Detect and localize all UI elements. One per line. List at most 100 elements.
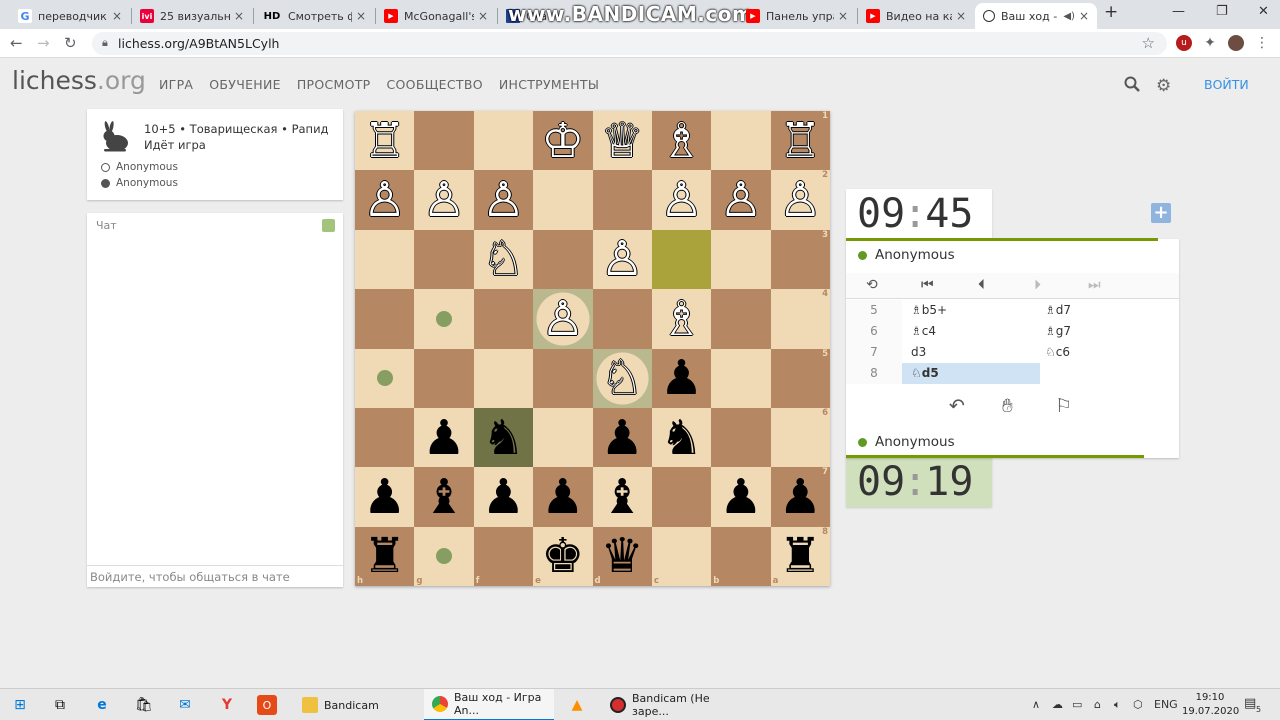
vlc-icon[interactable]: ▲ [567,695,587,715]
board-square[interactable]: ♖ 1 [770,111,830,171]
close-icon[interactable]: × [112,9,122,23]
close-icon[interactable]: × [838,9,848,23]
board-square[interactable]: 4 [770,289,830,349]
resign-flag-icon[interactable]: ⚐ [1055,395,1072,417]
board-square[interactable]: ♘ [473,229,534,290]
board-square[interactable]: ♟ [711,467,771,527]
window-close-icon[interactable]: ✕ [1258,4,1269,19]
white-piece[interactable]: ♗ [660,117,703,165]
battery-icon[interactable]: ▭ [1072,698,1082,711]
black-piece[interactable]: ♞ [482,414,525,462]
black-piece[interactable]: ♟ [423,414,466,462]
black-piece[interactable]: ♟ [660,354,703,402]
move-white[interactable]: ♗b5+ [902,300,1040,321]
close-icon[interactable]: × [1079,9,1089,23]
task-view-icon[interactable]: ⧉ [50,695,70,715]
offer-draw-icon[interactable]: ✋︎ [1002,395,1013,417]
new-tab-icon[interactable]: + [1104,2,1118,22]
network-icon[interactable]: ⌂ [1094,698,1101,711]
black-piece[interactable]: ♝ [423,473,466,521]
chat-toggle[interactable] [322,219,335,232]
black-piece[interactable]: ♚ [541,532,584,580]
board-square[interactable]: ♕ [592,111,652,171]
close-icon[interactable]: × [234,9,244,23]
move-black[interactable]: ♘c6 [1040,342,1179,363]
browser-tab-channel-video[interactable]: ▶ Видео на кана × [858,3,974,29]
close-icon[interactable]: × [478,9,488,23]
first-move-icon[interactable]: ⏮ [921,277,934,293]
board-square[interactable]: ♙ 2 [770,170,830,230]
prev-move-icon[interactable]: ⏴ [978,277,985,293]
browser-tab-hd[interactable]: HD Смотреть фил × [254,3,374,29]
board-square[interactable] [355,348,415,408]
edge-icon[interactable]: e [92,695,112,715]
board-square[interactable] [414,111,474,171]
board-square[interactable] [592,289,652,349]
ublock-icon[interactable]: u [1176,35,1192,51]
board-square[interactable]: ♜ 8 a [770,526,830,586]
takeback-icon[interactable]: ↶ [949,395,965,417]
nav-learn[interactable]: ОБУЧЕНИЕ [209,77,281,92]
forward-icon[interactable]: → [37,34,50,52]
white-piece[interactable]: ♙ [363,176,406,224]
signin-link[interactable]: ВОЙТИ [1204,77,1249,92]
board-square[interactable] [533,348,593,408]
last-move-icon[interactable]: ⏭ [1088,277,1101,293]
maximize-icon[interactable]: ❐ [1216,4,1228,19]
board-square[interactable]: ♜ h [355,526,415,586]
audio-icon[interactable]: ◀) [1063,11,1075,22]
board-square[interactable] [414,348,474,408]
board-square[interactable]: ♟ [355,467,415,527]
board-square[interactable] [414,289,474,349]
move-white[interactable]: d3 [902,342,1040,363]
store-icon[interactable]: 🛍︎ [134,695,154,715]
board-square[interactable]: 5 [770,348,830,408]
bottom-player-name[interactable]: Anonymous [858,434,955,450]
white-piece[interactable]: ♕ [601,117,644,165]
bookmark-star-icon[interactable]: ☆ [1142,34,1155,52]
board-square[interactable]: b [711,526,771,586]
board-square[interactable]: ♟ [592,407,652,468]
board-square[interactable] [711,407,771,468]
browser-tab-mcgonagall[interactable]: ▶ McGonagall's F × [376,3,496,29]
menu-dots-icon[interactable]: ⋮ [1254,35,1270,51]
browser-tab-lichess[interactable]: Ваш ход - ◀) × [975,3,1097,29]
board-square[interactable]: g [414,526,474,586]
office-icon[interactable]: O [257,695,277,715]
board-square[interactable]: ♖ [355,111,415,171]
board-square[interactable] [414,229,474,290]
legal-move-dot[interactable] [376,370,393,387]
board-square[interactable] [711,289,771,349]
chessboard[interactable]: ♖ ♔ ♕ ♗ ♖ 1 ♙ ♙ ♙ ♙ ♙ ♙ 2 ♘ ♙ 3 ♙ ♗ 4 ♘ ♟ 5 ♟ ♞ ♟ ♞ 6 ♟ ♝ ♟ ♟ ♝ ♟ ♟ 7 ♜ h g f ♚… [355,111,830,586]
black-piece[interactable]: ♜ [363,532,406,580]
nav-play[interactable]: ИГРА [159,77,193,92]
white-piece[interactable]: ♔ [541,117,584,165]
board-square[interactable] [651,229,712,290]
board-square[interactable]: ♘ [592,348,652,408]
move-white[interactable]: ♗c4 [902,321,1040,342]
nav-watch[interactable]: ПРОСМОТР [297,77,371,92]
board-square[interactable] [533,407,593,468]
board-square[interactable]: 6 [770,407,830,468]
black-piece[interactable]: ♟ [779,473,822,521]
move-black[interactable]: ♗d7 [1040,300,1179,321]
taskbar-bandicam-app[interactable]: Bandicam (Не заре... [602,689,730,720]
black-piece[interactable]: ♛ [601,532,644,580]
volume-icon[interactable]: 🔈︎ [1114,698,1121,712]
next-move-icon[interactable]: ⏵ [1034,277,1041,293]
board-square[interactable]: ♝ [592,467,652,527]
legal-move-dot[interactable] [436,310,453,327]
board-square[interactable]: ♗ [651,289,712,349]
board-square[interactable]: ♟ 7 [770,467,830,527]
board-square[interactable]: ♞ [651,407,712,468]
white-piece[interactable]: ♖ [779,117,822,165]
board-square[interactable] [473,111,534,171]
board-square[interactable]: ♗ [651,111,712,171]
windows-start-icon[interactable]: ⊞ [10,695,30,715]
nav-tools[interactable]: ИНСТРУМЕНТЫ [499,77,599,92]
black-piece[interactable]: ♞ [660,414,703,462]
cloud-icon[interactable]: ☁ [1052,698,1063,711]
board-square[interactable]: ♙ [414,170,474,230]
board-square[interactable]: ♚ e [533,526,593,586]
board-square[interactable]: ♙ [473,170,534,230]
